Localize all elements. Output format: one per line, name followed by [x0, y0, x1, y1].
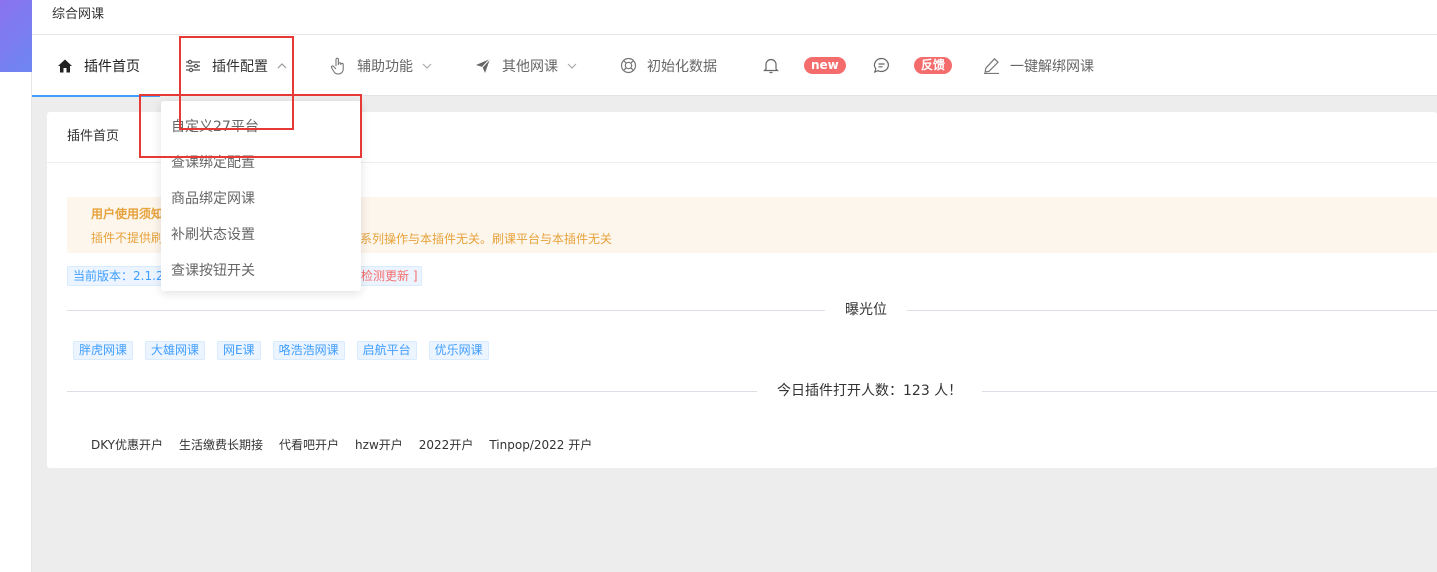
today-count-label: 今日插件打开人数：123 人！ [757, 381, 983, 401]
feedback-badge: 反馈 [914, 57, 953, 74]
nav-config[interactable]: 插件配置 [184, 35, 287, 96]
lifebuoy-icon [619, 57, 637, 75]
nav-assist[interactable]: 辅助功能 [329, 35, 432, 96]
menu-item-custom-27[interactable]: 自定义27平台 [171, 116, 259, 136]
platform-tag[interactable]: 胖虎网课 [73, 341, 134, 360]
nav-home[interactable]: 插件首页 [32, 35, 160, 97]
chat-icon [872, 57, 890, 75]
menu-item-query-button-toggle[interactable]: 查课按钮开关 [171, 260, 255, 280]
new-badge: new [804, 57, 846, 74]
menu-item-refresh-status[interactable]: 补刷状态设置 [171, 224, 255, 244]
nav-notifications[interactable]: new [762, 35, 846, 96]
partner-link[interactable]: hzw开户 [355, 436, 403, 453]
chevron-down-icon [422, 61, 432, 71]
nav-init-label: 初始化数据 [647, 58, 717, 75]
bell-icon [762, 57, 780, 75]
check-update-link[interactable]: 检测更新 ] [361, 267, 418, 285]
app-title: 综合网课 [32, 0, 1437, 35]
today-divider: 今日插件打开人数：123 人！ [67, 381, 1437, 401]
exposure-label: 曝光位 [825, 300, 907, 320]
chevron-up-icon [277, 61, 287, 71]
platform-tag[interactable]: 咯浩浩网课 [272, 341, 345, 360]
left-accent-block [0, 0, 32, 72]
nav-feedback[interactable]: 反馈 [872, 35, 953, 96]
nav-other[interactable]: 其他网课 [474, 35, 577, 96]
nav-other-label: 其他网课 [502, 58, 558, 75]
partner-link[interactable]: 生活缴费长期接 [179, 436, 263, 453]
platform-tag[interactable]: 优乐网课 [428, 341, 489, 360]
nav-config-label: 插件配置 [212, 58, 268, 75]
partner-link[interactable]: Tinpop/2022 开户 [489, 436, 592, 453]
version-text: 当前版本：2.1.2 [73, 269, 164, 283]
notice-text-tail: 系列操作与本插件无关。刷课平台与本插件无关 [360, 232, 613, 246]
config-dropdown-menu: 自定义27平台 查课绑定配置 商品绑定网课 补刷状态设置 查课按钮开关 [161, 101, 361, 291]
chevron-down-icon [567, 61, 577, 71]
nav-unbind-label: 一键解绑网课 [1010, 58, 1094, 75]
sliders-icon [184, 57, 202, 75]
platform-tag[interactable]: 网E课 [217, 341, 261, 360]
paper-plane-icon [474, 57, 492, 75]
hand-pointer-icon [329, 57, 347, 75]
menu-item-course-binding[interactable]: 查课绑定配置 [171, 152, 255, 172]
platform-tags: 胖虎网课 大雄网课 网E课 咯浩浩网课 启航平台 优乐网课 [73, 341, 489, 360]
home-icon [56, 57, 74, 75]
left-strip [0, 0, 32, 572]
partner-link[interactable]: 代看吧开户 [279, 436, 339, 453]
partner-link[interactable]: 2022开户 [419, 436, 474, 453]
partner-link[interactable]: DKY优惠开户 [91, 436, 163, 453]
nav-assist-label: 辅助功能 [357, 58, 413, 75]
pen-icon [982, 57, 1000, 75]
platform-tag[interactable]: 启航平台 [356, 341, 417, 360]
exposure-divider: 曝光位 [67, 300, 1437, 320]
nav-unbind[interactable]: 一键解绑网课 [982, 35, 1094, 96]
partner-links: DKY优惠开户 生活缴费长期接 代看吧开户 hzw开户 2022开户 Tinpo… [91, 436, 592, 453]
nav-home-label: 插件首页 [84, 58, 140, 75]
platform-tag[interactable]: 大雄网课 [145, 341, 206, 360]
nav-init[interactable]: 初始化数据 [619, 35, 717, 96]
top-nav: 插件首页 插件配置 辅助功能 其他网课 初始化数据 new 反馈 一键解绑网课 [32, 35, 1437, 97]
menu-item-product-binding[interactable]: 商品绑定网课 [171, 188, 255, 208]
